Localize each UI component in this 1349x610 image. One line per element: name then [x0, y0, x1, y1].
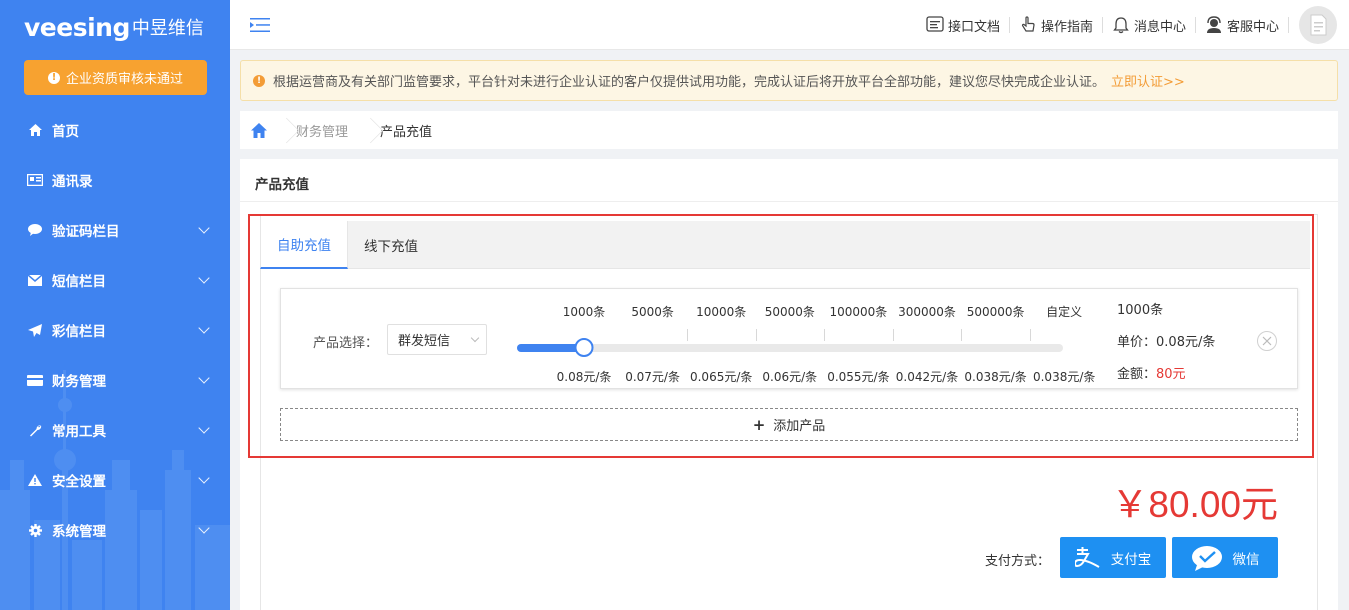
- brand-logo-cn: 中昱维信: [131, 18, 204, 39]
- wrench-icon: [26, 423, 44, 437]
- breadcrumb: 财务管理 产品充值: [240, 111, 1338, 149]
- chevron-down-icon: [198, 522, 210, 534]
- breadcrumb-separator: [278, 111, 290, 149]
- sidebar-item-verification-code[interactable]: 验证码栏目: [0, 205, 230, 255]
- sidebar-item-home[interactable]: 首页: [0, 105, 230, 155]
- sidebar-nav: 首页 通讯录 验证码栏目 短信栏目 彩信栏目 财务管理 常用工具 安全设置 系统…: [0, 105, 230, 555]
- avatar[interactable]: [1299, 6, 1337, 44]
- contacts-icon: [26, 173, 44, 187]
- verification-notice: ! 根据运营商及有关部门监管要求，平台针对未进行企业认证的客户仅提供试用功能，完…: [240, 60, 1338, 101]
- bell-icon: [1113, 17, 1129, 34]
- notice-text: 根据运营商及有关部门监管要求，平台针对未进行企业认证的客户仅提供试用功能，完成认…: [273, 75, 1106, 90]
- customer-service-link[interactable]: 客服中心: [1196, 16, 1289, 35]
- alipay-label: 支付宝: [1110, 551, 1152, 568]
- breadcrumb-item-finance[interactable]: 财务管理: [290, 121, 362, 140]
- api-docs-label: 接口文档: [947, 19, 1000, 35]
- home-icon: [26, 123, 44, 137]
- sidebar-item-label: 常用工具: [52, 424, 106, 440]
- api-docs-link[interactable]: 接口文档: [917, 16, 1010, 35]
- highlight-frame: [248, 214, 1314, 458]
- payment-method-label: 支付方式：: [985, 554, 1051, 569]
- gear-icon: [26, 523, 44, 537]
- customer-service-icon: [1206, 16, 1221, 33]
- breadcrumb-item-current: 产品充值: [380, 124, 433, 140]
- sidebar-item-mms[interactable]: 彩信栏目: [0, 305, 230, 355]
- sidebar-item-label: 安全设置: [52, 474, 106, 490]
- sidebar-item-tools[interactable]: 常用工具: [0, 405, 230, 455]
- sidebar-item-label: 通讯录: [52, 174, 93, 190]
- sidebar-item-sms[interactable]: 短信栏目: [0, 255, 230, 305]
- document-avatar-icon: [1310, 14, 1327, 36]
- page-title: 产品充值: [255, 177, 309, 193]
- sidebar-item-label: 系统管理: [52, 524, 106, 540]
- header-links: 接口文档 操作指南 消息中心 客服中心: [917, 0, 1337, 50]
- guide-link[interactable]: 操作指南: [1010, 16, 1103, 35]
- divider: [240, 201, 1338, 202]
- verify-now-link[interactable]: 立即认证>>: [1111, 71, 1185, 90]
- sidebar-item-label: 彩信栏目: [52, 324, 106, 340]
- sidebar-item-security[interactable]: 安全设置: [0, 455, 230, 505]
- chevron-down-icon: [198, 422, 210, 434]
- chevron-down-icon: [198, 272, 210, 284]
- chat-bubble-icon: [26, 223, 44, 237]
- brand-logo: veesing 中昱维信: [24, 12, 204, 42]
- sidebar-item-label: 财务管理: [52, 374, 106, 390]
- paper-plane-icon: [26, 323, 44, 337]
- sidebar-item-label: 首页: [52, 124, 79, 140]
- sidebar-item-label: 验证码栏目: [52, 224, 120, 240]
- sidebar-item-contacts[interactable]: 通讯录: [0, 155, 230, 205]
- menu-toggle-icon[interactable]: [250, 17, 270, 33]
- alipay-icon: [1074, 546, 1100, 568]
- chevron-down-icon: [198, 222, 210, 234]
- breadcrumb-separator: [362, 111, 374, 149]
- sidebar: veesing 中昱维信 ! 企业资质审核未通过 首页 通讯录 验证码栏目 短信…: [0, 0, 230, 610]
- chevron-down-icon: [198, 372, 210, 384]
- brand-logo-en: veesing: [24, 12, 130, 42]
- info-icon: !: [47, 71, 60, 84]
- chevron-down-icon: [198, 322, 210, 334]
- guide-label: 操作指南: [1040, 19, 1093, 35]
- alipay-button[interactable]: 支付宝: [1060, 537, 1166, 578]
- chevron-down-icon: [198, 472, 210, 484]
- sidebar-item-label: 短信栏目: [52, 274, 106, 290]
- hand-pointer-icon: [1021, 16, 1035, 32]
- qualification-status-button[interactable]: ! 企业资质审核未通过: [24, 60, 207, 95]
- wechat-label: 微信: [1232, 551, 1260, 568]
- wechat-pay-button[interactable]: 微信: [1172, 537, 1278, 578]
- warning-circle-icon: !: [253, 74, 265, 87]
- credit-card-icon: [26, 373, 44, 387]
- customer-service-label: 客服中心: [1226, 19, 1279, 35]
- top-header: 接口文档 操作指南 消息中心 客服中心: [230, 0, 1349, 50]
- total-amount: ￥80.00元: [1111, 484, 1278, 525]
- message-center-link[interactable]: 消息中心: [1103, 17, 1196, 35]
- message-center-label: 消息中心: [1133, 19, 1186, 35]
- sidebar-item-system[interactable]: 系统管理: [0, 505, 230, 555]
- api-doc-icon: [926, 16, 944, 32]
- wechat-icon: [1191, 545, 1222, 571]
- qualification-status-label: 企业资质审核未通过: [65, 72, 183, 87]
- sidebar-item-finance[interactable]: 财务管理: [0, 355, 230, 405]
- home-icon: [251, 122, 267, 138]
- envelope-icon: [26, 273, 44, 287]
- warning-icon: [26, 473, 44, 487]
